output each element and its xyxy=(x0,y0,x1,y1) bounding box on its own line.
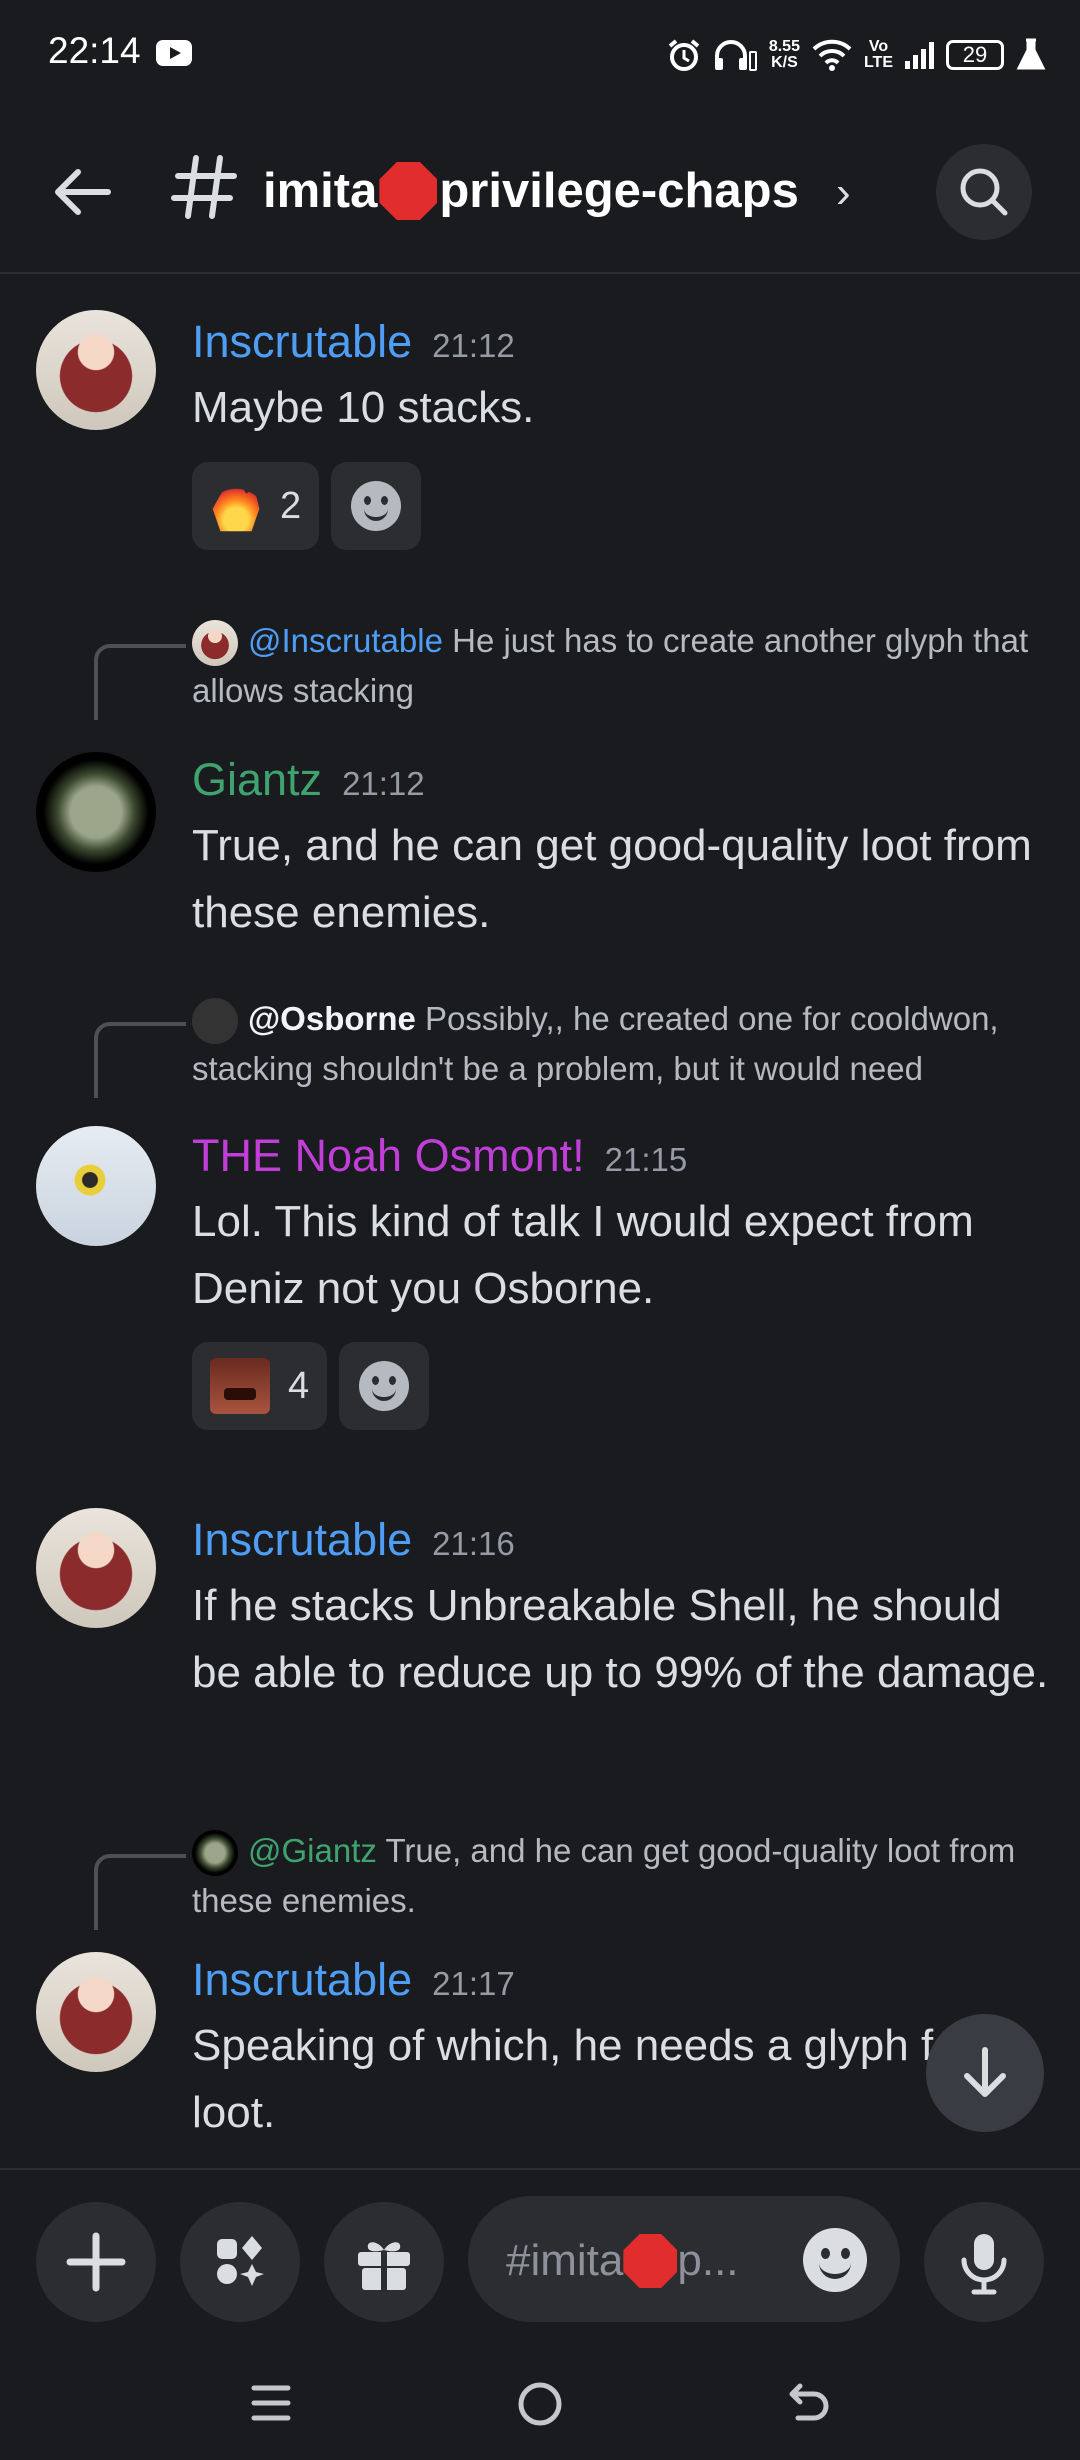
microphone-icon xyxy=(961,2234,1007,2295)
message-author[interactable]: THE Noah Osmont! 21:15 xyxy=(192,1130,687,1182)
message-author[interactable]: Inscrutable 21:16 xyxy=(192,1514,515,1566)
reply-preview[interactable]: @Giantz True, and he can get good-qualit… xyxy=(192,1826,1050,1926)
stop-sign-emoji xyxy=(623,2234,678,2288)
message-time: 21:17 xyxy=(432,1965,515,2002)
avatar[interactable] xyxy=(36,752,156,872)
message-author[interactable]: Inscrutable 21:12 xyxy=(192,316,515,368)
reaction-count: 2 xyxy=(280,484,302,527)
net-speed: 8.55 K/S xyxy=(769,39,800,71)
reply-mention: @Inscrutable xyxy=(248,622,443,659)
emoji-picker-icon[interactable] xyxy=(803,2228,867,2292)
reply-preview[interactable]: @Inscrutable He just has to create anoth… xyxy=(192,616,1050,716)
volte-top: Vo xyxy=(868,38,889,55)
add-reaction-button[interactable] xyxy=(339,1342,430,1430)
reaction-count: 4 xyxy=(288,1364,310,1407)
signal-icon xyxy=(905,41,934,69)
fire-emoji xyxy=(212,478,260,532)
reaction-fire[interactable]: 2 xyxy=(192,462,320,550)
message-author[interactable]: Giantz 21:12 xyxy=(192,754,425,806)
net-speed-unit: K/S xyxy=(771,54,798,71)
message-text: Maybe 10 stacks. xyxy=(192,383,535,432)
avatar[interactable] xyxy=(36,1952,156,2072)
apps-icon xyxy=(217,2236,264,2286)
apps-button[interactable] xyxy=(180,2202,300,2322)
plus-icon xyxy=(66,2232,126,2292)
add-reaction-icon xyxy=(351,481,402,531)
battery-icon: 29 xyxy=(946,40,1004,70)
laughing-face-emoji xyxy=(210,1358,270,1414)
wifi-icon xyxy=(812,39,852,71)
message-text: Lol. This kind of talk I would expect fr… xyxy=(192,1197,974,1313)
message-author[interactable]: Inscrutable 21:17 xyxy=(192,1954,515,2006)
add-reaction-button[interactable] xyxy=(331,462,422,550)
channel-hash-icon xyxy=(171,155,237,219)
reply-avatar xyxy=(192,620,238,667)
home-icon[interactable] xyxy=(514,2378,566,2430)
avatar[interactable] xyxy=(36,310,156,430)
author-name[interactable]: Inscrutable xyxy=(192,316,412,367)
reply-spine xyxy=(94,1022,186,1098)
reaction-bar: 4 xyxy=(192,1342,430,1430)
system-back-icon[interactable] xyxy=(784,2378,836,2430)
volte-bottom: LTE xyxy=(863,54,893,71)
message-time: 21:12 xyxy=(342,765,425,802)
reply-mention: @Osborne xyxy=(248,1000,416,1037)
message-text: Speaking of which, he needs a glyph for … xyxy=(192,2021,973,2137)
channel-title-suffix: privilege-chaps xyxy=(439,164,799,218)
gift-button[interactable] xyxy=(324,2202,444,2322)
gift-icon xyxy=(358,2242,410,2290)
avatar[interactable] xyxy=(36,1126,156,1246)
youtube-notification-icon xyxy=(156,40,192,66)
message-time: 21:15 xyxy=(604,1141,688,1178)
placeholder-suffix: p... xyxy=(677,2236,739,2285)
reply-spine xyxy=(94,1854,186,1930)
composer-bar: #imita p... xyxy=(0,2168,1080,2344)
reply-mention: @Giantz xyxy=(248,1832,377,1869)
net-speed-value: 8.55 xyxy=(768,38,800,55)
attach-button[interactable] xyxy=(36,2202,156,2322)
reply-preview[interactable]: @Osborne Possibly,, he created one for c… xyxy=(192,994,1050,1094)
author-name[interactable]: Giantz xyxy=(192,754,322,805)
reaction-bar: 2 xyxy=(192,462,422,550)
search-button[interactable] xyxy=(936,144,1032,240)
avatar[interactable] xyxy=(36,1508,156,1628)
reply-spine xyxy=(94,644,186,720)
author-name[interactable]: Inscrutable xyxy=(192,1514,412,1565)
headphones-icon xyxy=(714,40,757,71)
message-text: True, and he can get good-quality loot f… xyxy=(192,821,1032,937)
status-bar: 22:14 8.55 K/S Vo LTE 29 xyxy=(0,0,1080,110)
message-list[interactable]: Inscrutable 21:12 Maybe 10 stacks. 2 @Ins… xyxy=(0,276,1080,2166)
placeholder-prefix: #imita xyxy=(506,2236,624,2285)
search-icon xyxy=(960,168,1008,216)
recent-apps-icon[interactable] xyxy=(246,2378,296,2428)
voice-message-button[interactable] xyxy=(924,2202,1044,2322)
arrow-down-icon xyxy=(964,2047,1006,2097)
channel-title-prefix: imita xyxy=(263,164,378,218)
author-name[interactable]: THE Noah Osmont! xyxy=(192,1130,585,1181)
status-time: 22:14 xyxy=(48,30,141,71)
jump-to-latest-button[interactable] xyxy=(926,2014,1044,2132)
flask-icon xyxy=(1016,38,1046,70)
channel-title[interactable]: imita privilege-chaps xyxy=(263,162,799,220)
author-name[interactable]: Inscrutable xyxy=(192,1954,412,2005)
message-input-placeholder: #imita p... xyxy=(506,2234,739,2288)
stop-sign-emoji xyxy=(379,162,438,220)
back-arrow-icon[interactable] xyxy=(50,160,114,224)
message-time: 21:12 xyxy=(432,327,515,364)
add-reaction-icon xyxy=(359,1361,410,1411)
reply-avatar xyxy=(192,1830,238,1877)
alarm-icon xyxy=(668,39,700,71)
chevron-right-icon[interactable]: › xyxy=(836,168,851,218)
message-input[interactable]: #imita p... xyxy=(468,2196,900,2322)
message-time: 21:16 xyxy=(432,1525,515,1562)
message-text: If he stacks Unbreakable Shell, he shoul… xyxy=(192,1581,1049,1697)
volte-indicator: Vo LTE xyxy=(864,39,893,71)
system-navigation-bar xyxy=(0,2344,1080,2460)
channel-header: imita privilege-chaps › xyxy=(0,110,1080,274)
reaction-custom-emoji[interactable]: 4 xyxy=(192,1342,328,1430)
reply-avatar xyxy=(192,998,238,1045)
